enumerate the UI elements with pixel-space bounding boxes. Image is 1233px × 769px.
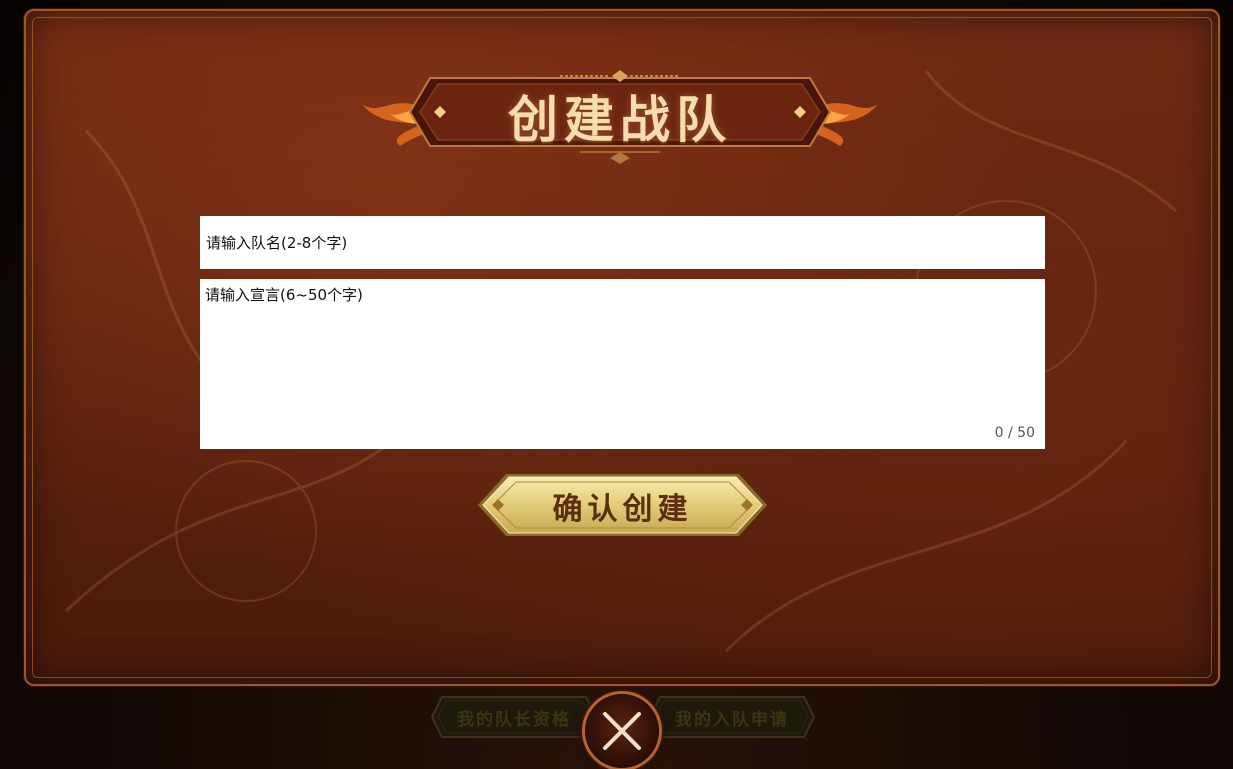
tab-my-join-requests[interactable]: 我的入队申请 bbox=[648, 693, 816, 741]
character-counter: 0 / 50 bbox=[994, 425, 1035, 441]
confirm-button-label: 确认创建 bbox=[552, 492, 693, 527]
screen: 我的队长资格 我的入队申请 创建战队 请输入队名(2-8个字) 请输入宣言(6~… bbox=[0, 0, 1233, 769]
modal-title: 创建战队 bbox=[508, 90, 732, 149]
team-motto-field: 0 / 50 bbox=[200, 279, 1045, 449]
team-name-input[interactable] bbox=[200, 216, 1045, 269]
tab-label: 我的队长资格 bbox=[457, 710, 571, 730]
tab-label: 我的入队申请 bbox=[675, 710, 789, 730]
close-button[interactable] bbox=[585, 694, 659, 768]
title-banner: 创建战队 bbox=[360, 66, 880, 166]
team-motto-input[interactable] bbox=[200, 279, 1045, 449]
close-x-icon bbox=[603, 712, 641, 750]
confirm-create-button[interactable]: 确认创建 bbox=[476, 472, 769, 538]
tab-my-captain-qualification[interactable]: 我的队长资格 bbox=[430, 693, 598, 741]
